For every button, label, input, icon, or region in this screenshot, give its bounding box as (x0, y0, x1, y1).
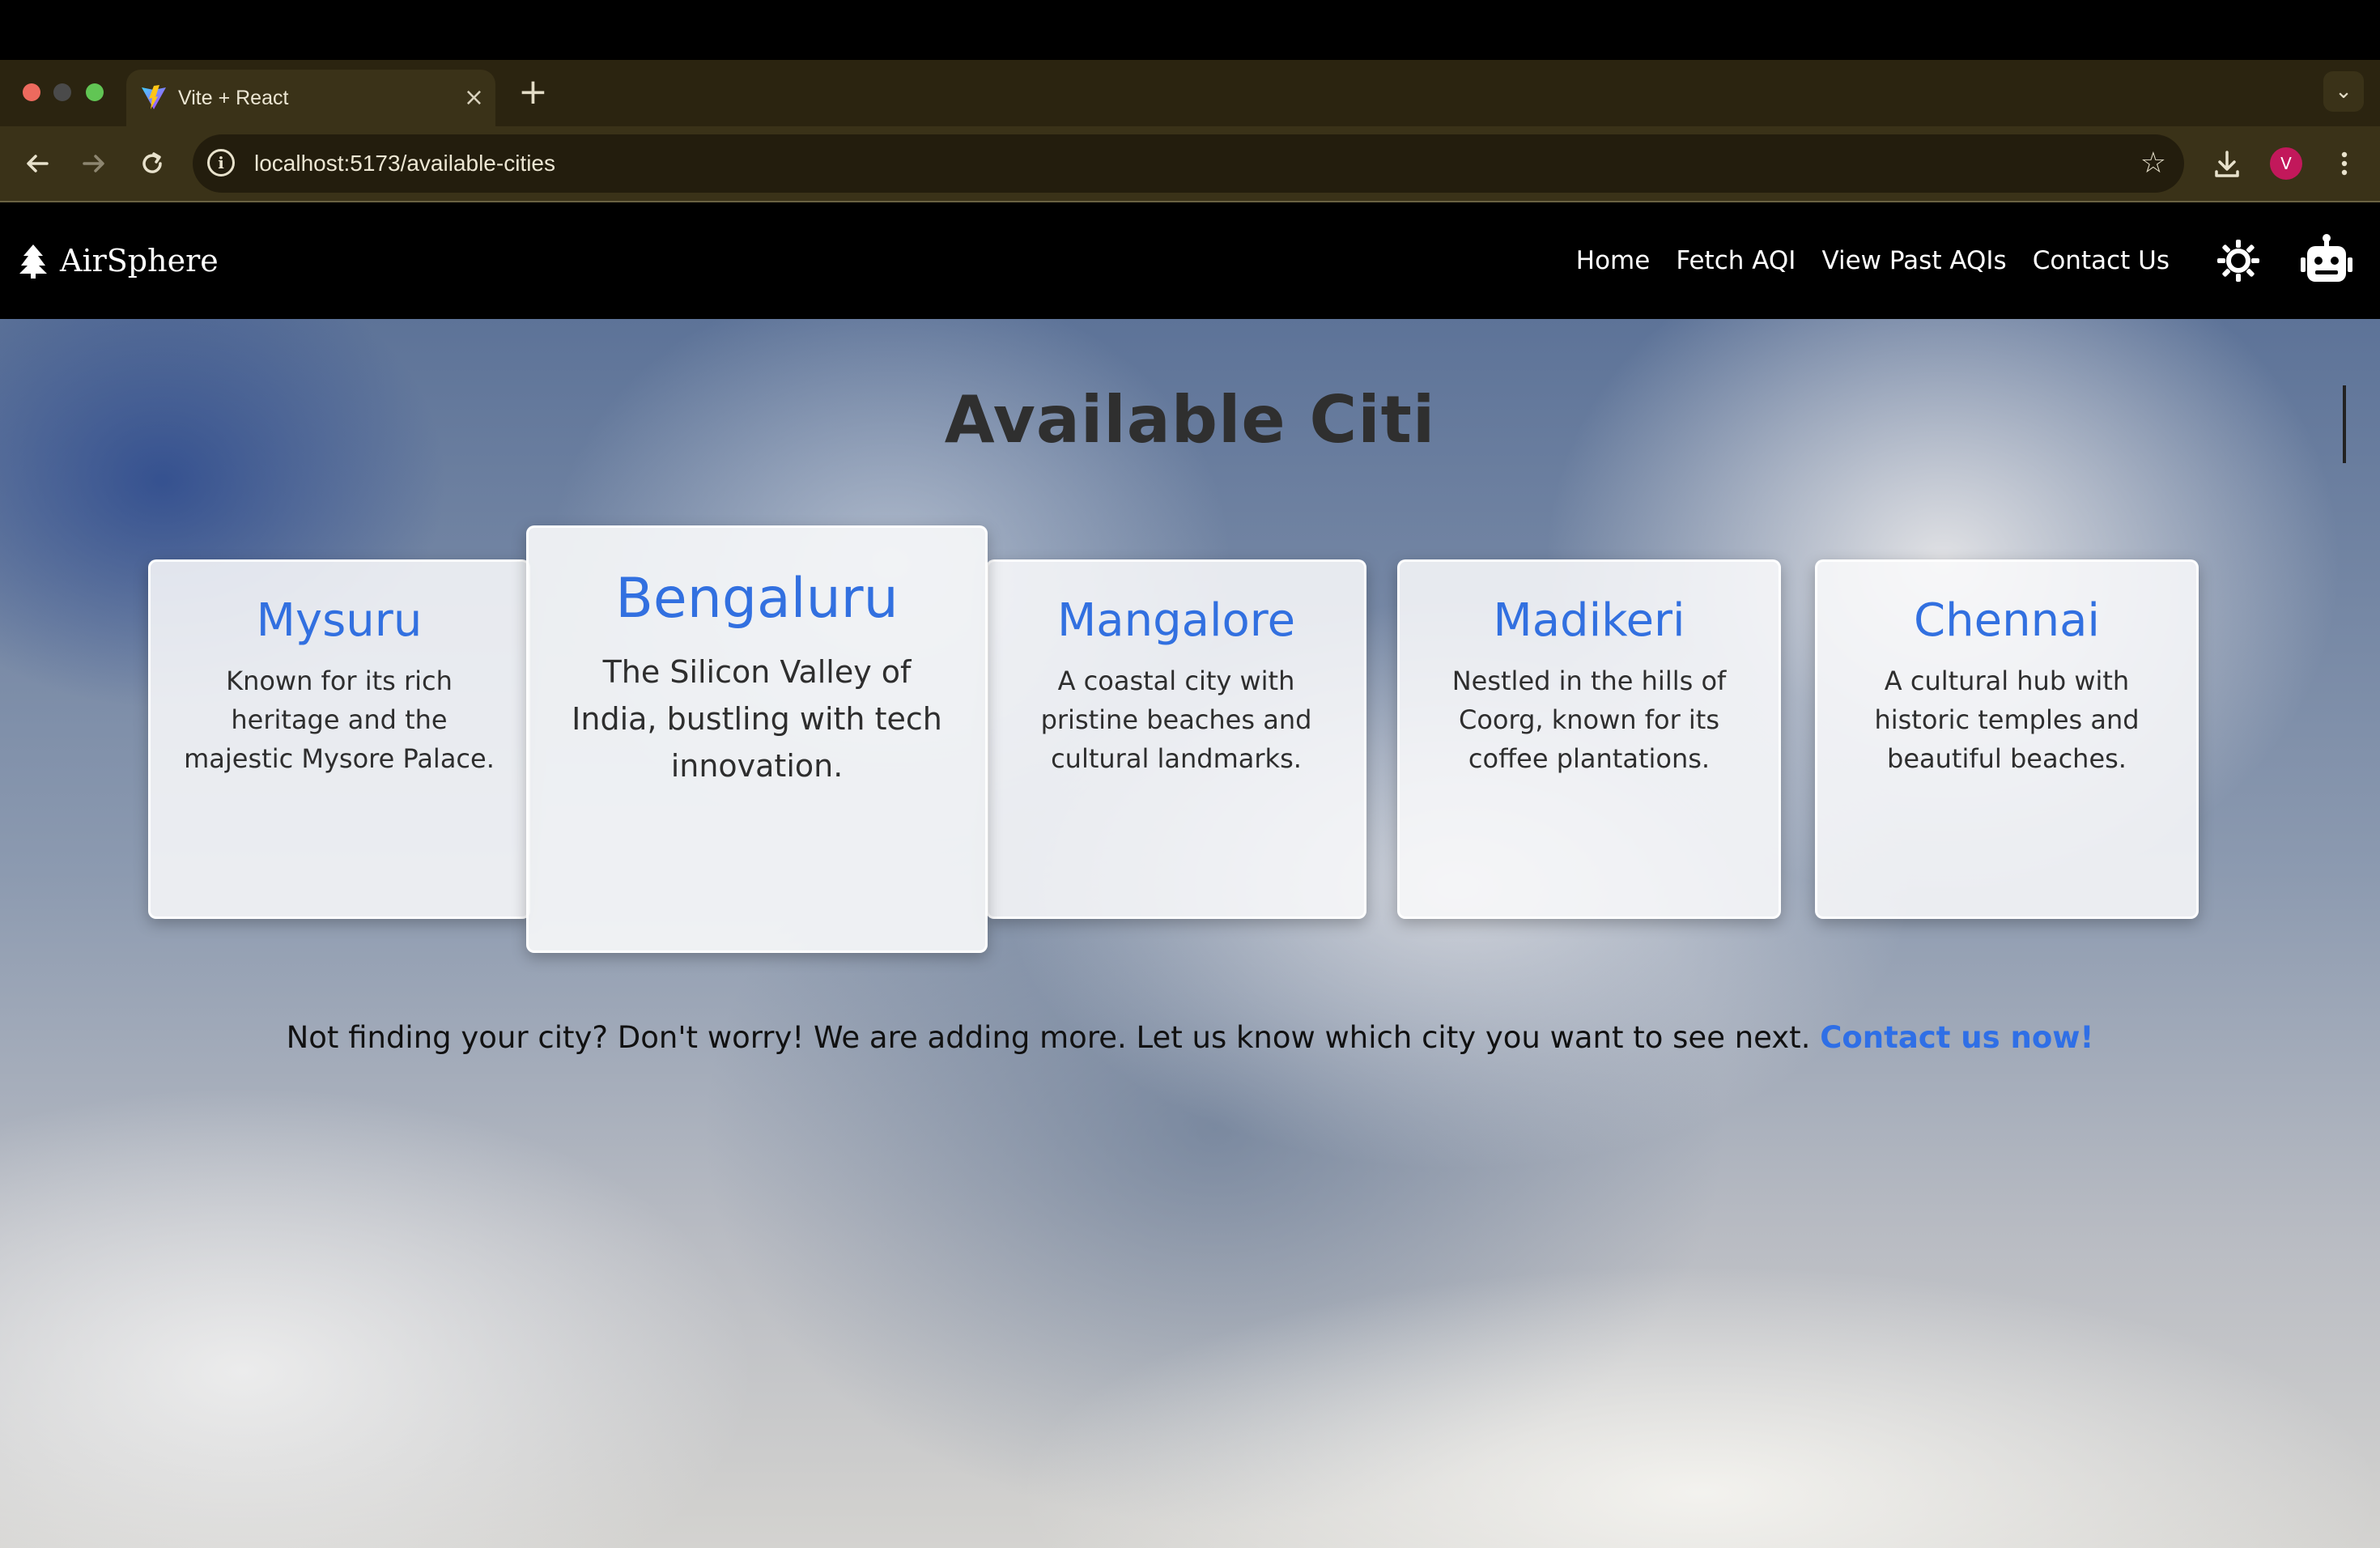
window-minimize-button[interactable] (53, 83, 71, 101)
city-description: The Silicon Valley of India, bustling wi… (572, 654, 942, 784)
chevron-down-icon[interactable]: ⌄ (2323, 71, 2364, 112)
city-description: Nestled in the hills of Coorg, known for… (1451, 666, 1727, 774)
city-description: A cultural hub with historic temples and… (1874, 666, 2140, 774)
city-name: Bengaluru (615, 567, 899, 631)
page-title: Available Citi (944, 382, 1436, 457)
nav-link-fetch-aqi[interactable]: Fetch AQI (1676, 246, 1796, 275)
city-card-madikeri[interactable]: Madikeri Nestled in the hills of Coorg, … (1397, 559, 1781, 919)
brand-name: AirSphere (60, 243, 219, 279)
missing-city-notice: Not finding your city? Don't worry! We a… (0, 1020, 2380, 1055)
back-icon[interactable] (21, 147, 53, 180)
city-card-mysuru[interactable]: Mysuru Known for its rich heritage and t… (148, 559, 530, 919)
browser-toolbar: i localhost:5173/available-cities ☆ (0, 126, 2380, 201)
nav-link-home[interactable]: Home (1576, 246, 1651, 275)
robot-icon[interactable] (2299, 233, 2354, 288)
plus-icon[interactable]: + (518, 70, 548, 115)
tab-title: Vite + React (178, 87, 289, 109)
window-close-button[interactable] (23, 83, 40, 101)
star-icon[interactable]: ☆ (2140, 134, 2166, 193)
contact-us-link[interactable]: Contact us now! (1820, 1020, 2093, 1055)
tree-icon (19, 245, 47, 279)
nav-link-view-past-aqis[interactable]: View Past AQIs (1821, 246, 2006, 275)
address-bar[interactable]: i localhost:5173/available-cities ☆ (193, 134, 2184, 193)
city-card-mangalore[interactable]: Mangalore A coastal city with pristine b… (986, 559, 1366, 919)
nav-link-contact-us[interactable]: Contact Us (2033, 246, 2170, 275)
city-description: Known for its rich heritage and the maje… (184, 666, 495, 774)
city-name: Mysuru (256, 594, 423, 647)
macos-menubar-area (0, 0, 2380, 60)
window-zoom-button[interactable] (86, 83, 104, 101)
browser-tab[interactable]: Vite + React × (126, 70, 495, 126)
download-icon[interactable] (2210, 147, 2244, 181)
city-name: Madikeri (1493, 594, 1685, 647)
vite-logo-icon (142, 85, 166, 109)
nav-links: Home Fetch AQI View Past AQIs Contact Us (1576, 202, 2170, 319)
app-navbar: AirSphere Home Fetch AQI View Past AQIs … (0, 202, 2380, 319)
page-content: Available Citi Mysuru Known for its rich… (0, 319, 2380, 1548)
close-icon[interactable]: × (464, 70, 484, 126)
forward-icon[interactable] (78, 147, 110, 180)
sun-icon[interactable] (2214, 236, 2263, 285)
brand[interactable]: AirSphere (18, 202, 219, 319)
menu-icon[interactable] (2328, 147, 2361, 180)
site-info-icon[interactable]: i (207, 149, 235, 176)
url-text[interactable]: localhost:5173/available-cities (254, 134, 555, 193)
city-description: A coastal city with pristine beaches and… (1040, 666, 1312, 774)
reload-icon[interactable] (136, 147, 168, 180)
city-card-bengaluru[interactable]: Bengaluru The Silicon Valley of India, b… (526, 525, 988, 953)
city-name: Mangalore (1056, 594, 1296, 647)
notice-text: Not finding your city? Don't worry! We a… (286, 1020, 1811, 1055)
city-name: Chennai (1914, 594, 2100, 647)
profile-avatar[interactable]: V (2270, 147, 2302, 180)
city-card-chennai[interactable]: Chennai A cultural hub with historic tem… (1815, 559, 2199, 919)
